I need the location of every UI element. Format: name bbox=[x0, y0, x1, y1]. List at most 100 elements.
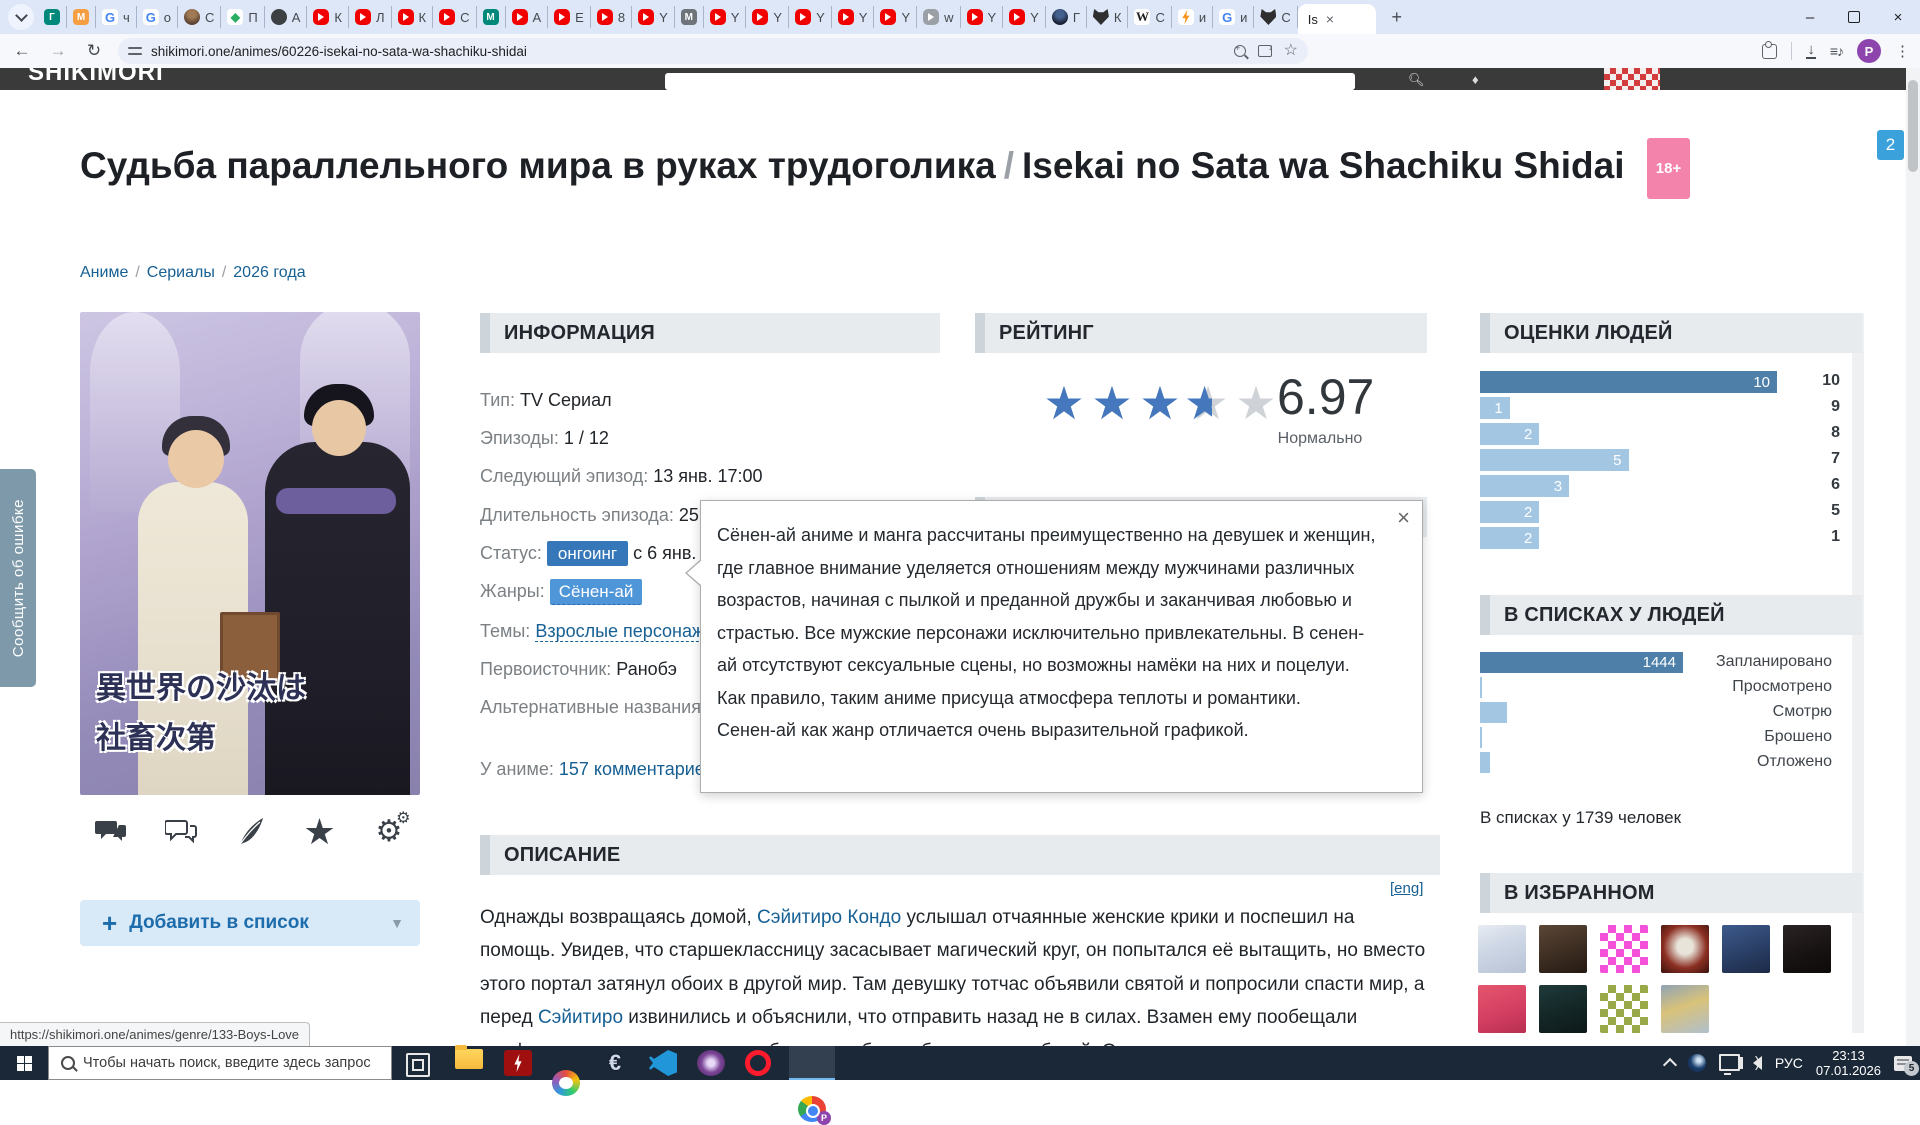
browser-tab[interactable]: Y bbox=[746, 6, 789, 28]
browser-tab[interactable]: Г bbox=[38, 6, 67, 28]
english-description-link[interactable]: [eng] bbox=[1390, 880, 1423, 897]
extensions-icon[interactable] bbox=[1762, 44, 1777, 59]
character-link[interactable]: Сэйитиро Кондо bbox=[757, 907, 901, 928]
browser-tab[interactable]: Gч bbox=[96, 6, 137, 28]
browser-tab[interactable]: С bbox=[178, 6, 221, 28]
list-category-label[interactable]: Просмотрено bbox=[1582, 678, 1832, 696]
favorite-avatar-olive-identicon[interactable] bbox=[1600, 985, 1648, 1033]
character-link[interactable]: Сэйитиро bbox=[538, 1007, 623, 1028]
page-scrollbar-track[interactable] bbox=[1906, 68, 1920, 1046]
opera-taskbar-icon[interactable] bbox=[745, 1050, 771, 1076]
page-scrollbar-thumb[interactable] bbox=[1908, 80, 1918, 172]
theme-link[interactable]: Взрослые персонажи bbox=[535, 621, 714, 642]
favorite-avatar-saw-mask[interactable] bbox=[1661, 925, 1709, 973]
anime-poster[interactable]: 異世界の沙汰は 社畜次第 bbox=[80, 312, 420, 795]
file-explorer-taskbar-icon[interactable] bbox=[455, 1049, 483, 1069]
browser-tab[interactable]: Y bbox=[874, 6, 917, 28]
vscode-taskbar-icon[interactable] bbox=[649, 1050, 677, 1076]
favorite-avatar-blond-boy[interactable] bbox=[1661, 985, 1709, 1033]
krita-taskbar-icon[interactable] bbox=[552, 1070, 580, 1096]
browser-tab[interactable]: А bbox=[265, 6, 308, 28]
steam-tray-icon[interactable] bbox=[1688, 1054, 1706, 1072]
tooltip-close-icon[interactable]: × bbox=[1397, 507, 1410, 529]
rating-star-icon[interactable]: ★ bbox=[1040, 380, 1088, 426]
list-category-label[interactable]: Смотрю bbox=[1582, 703, 1832, 721]
browser-tab[interactable]: С bbox=[1254, 6, 1297, 28]
language-indicator[interactable]: РУС bbox=[1775, 1055, 1803, 1071]
bookmark-star-icon[interactable]: ☆ bbox=[1284, 43, 1298, 59]
browser-tab[interactable]: С bbox=[433, 6, 476, 28]
forward-icon[interactable]: → bbox=[44, 37, 72, 65]
close-button[interactable]: × bbox=[1876, 0, 1920, 34]
site-search-input[interactable] bbox=[665, 73, 1355, 90]
cheat-engine-taskbar-icon[interactable]: € bbox=[601, 1050, 629, 1076]
list-category-label[interactable]: Брошено bbox=[1582, 728, 1832, 746]
browser-tab[interactable]: WС bbox=[1128, 6, 1171, 28]
tab-search-chevron-icon[interactable] bbox=[8, 4, 34, 30]
breadcrumb-link[interactable]: Сериалы bbox=[147, 264, 215, 281]
favorite-avatar-dark-red-accent[interactable] bbox=[1783, 925, 1831, 973]
start-button[interactable] bbox=[0, 1046, 48, 1080]
rating-star-icon[interactable]: ★ bbox=[1232, 380, 1280, 426]
active-tab[interactable]: Is × bbox=[1298, 4, 1376, 34]
add-to-list-button[interactable]: + Добавить в список ▼ bbox=[80, 900, 420, 946]
browser-tab[interactable]: Y bbox=[1003, 6, 1046, 28]
favorite-avatar-teal-red-eyes[interactable] bbox=[1539, 985, 1587, 1033]
settings-gears-icon[interactable]: ⚙⚙ bbox=[370, 815, 408, 849]
browser-tab[interactable]: М bbox=[675, 6, 704, 28]
favorite-star-icon[interactable]: ★ bbox=[301, 815, 339, 849]
browser-tab[interactable]: Gи bbox=[1213, 6, 1254, 28]
chevron-down-icon[interactable]: ▼ bbox=[390, 915, 404, 931]
favorite-avatar-dark-figure[interactable] bbox=[1539, 925, 1587, 973]
browser-tab[interactable]: w bbox=[917, 6, 960, 28]
maximize-button[interactable] bbox=[1832, 0, 1876, 34]
browser-tab[interactable]: Г bbox=[1046, 6, 1087, 28]
site-bell-icon[interactable]: ♦ bbox=[1472, 72, 1479, 87]
favorite-avatar-pink-sketch-boy[interactable] bbox=[1478, 985, 1526, 1033]
browser-tab[interactable]: М bbox=[67, 6, 96, 28]
browser-tab[interactable]: А bbox=[506, 6, 549, 28]
minimize-button[interactable]: – bbox=[1788, 0, 1832, 34]
browser-tab[interactable]: Y bbox=[961, 6, 1004, 28]
favorite-avatar-sleeping-blue[interactable] bbox=[1722, 925, 1770, 973]
browser-tab[interactable]: Л bbox=[349, 6, 392, 28]
list-category-label[interactable]: Запланировано bbox=[1582, 653, 1832, 671]
site-logo[interactable]: SHIKIMORI bbox=[28, 68, 164, 87]
favorite-avatar-pink-identicon[interactable] bbox=[1600, 925, 1648, 973]
browser-tab[interactable]: М bbox=[477, 6, 506, 28]
browser-tab[interactable]: Y bbox=[789, 6, 832, 28]
task-view-icon[interactable] bbox=[406, 1053, 430, 1077]
save-page-icon[interactable] bbox=[1258, 45, 1272, 57]
tray-chevron-up-icon[interactable] bbox=[1663, 1057, 1677, 1071]
browser-tab[interactable]: К bbox=[1087, 6, 1129, 28]
browser-tab[interactable]: Y bbox=[832, 6, 875, 28]
browser-tab[interactable]: и bbox=[1172, 6, 1213, 28]
feather-edit-icon[interactable] bbox=[231, 815, 269, 849]
network-icon[interactable] bbox=[1719, 1054, 1740, 1071]
site-info-icon[interactable] bbox=[128, 46, 142, 56]
site-search-icon[interactable]: 🔍︎ bbox=[1408, 72, 1425, 88]
rating-star-icon[interactable]: ★ bbox=[1136, 380, 1184, 426]
rating-star-icon[interactable]: ★ bbox=[1088, 380, 1136, 426]
breadcrumb-link[interactable]: 2026 года bbox=[233, 264, 305, 281]
comments-link[interactable]: 157 комментариев bbox=[559, 759, 715, 779]
downloads-icon[interactable]: ↓ bbox=[1806, 44, 1816, 59]
menu-kebab-icon[interactable]: ⋮ bbox=[1895, 42, 1910, 60]
playlist-icon[interactable]: ≡♪ bbox=[1830, 43, 1843, 59]
rating-star-icon[interactable]: ★★ bbox=[1184, 380, 1232, 426]
new-tab-button[interactable]: + bbox=[1384, 4, 1410, 30]
comments-icon[interactable] bbox=[92, 815, 130, 849]
browser-tab[interactable]: Gо bbox=[137, 6, 178, 28]
chrome-taskbar-icon[interactable]: P bbox=[798, 1096, 826, 1122]
tab-close-icon[interactable]: × bbox=[1326, 11, 1334, 27]
breadcrumb-link[interactable]: Аниме bbox=[80, 264, 128, 281]
red-lightning-app-taskbar-icon[interactable] bbox=[504, 1050, 532, 1076]
browser-tab[interactable]: ◆П bbox=[221, 6, 264, 28]
list-category-label[interactable]: Отложено bbox=[1582, 753, 1832, 771]
favorite-avatar-silver-hair-girl[interactable] bbox=[1478, 925, 1526, 973]
site-notification-badge[interactable]: 2 bbox=[1877, 130, 1904, 160]
notification-center-icon[interactable]: 5 bbox=[1894, 1056, 1912, 1071]
browser-tab[interactable]: К bbox=[307, 6, 349, 28]
browser-tab[interactable]: Е bbox=[548, 6, 591, 28]
star-rating[interactable]: ★★★★★★ bbox=[1040, 380, 1280, 426]
